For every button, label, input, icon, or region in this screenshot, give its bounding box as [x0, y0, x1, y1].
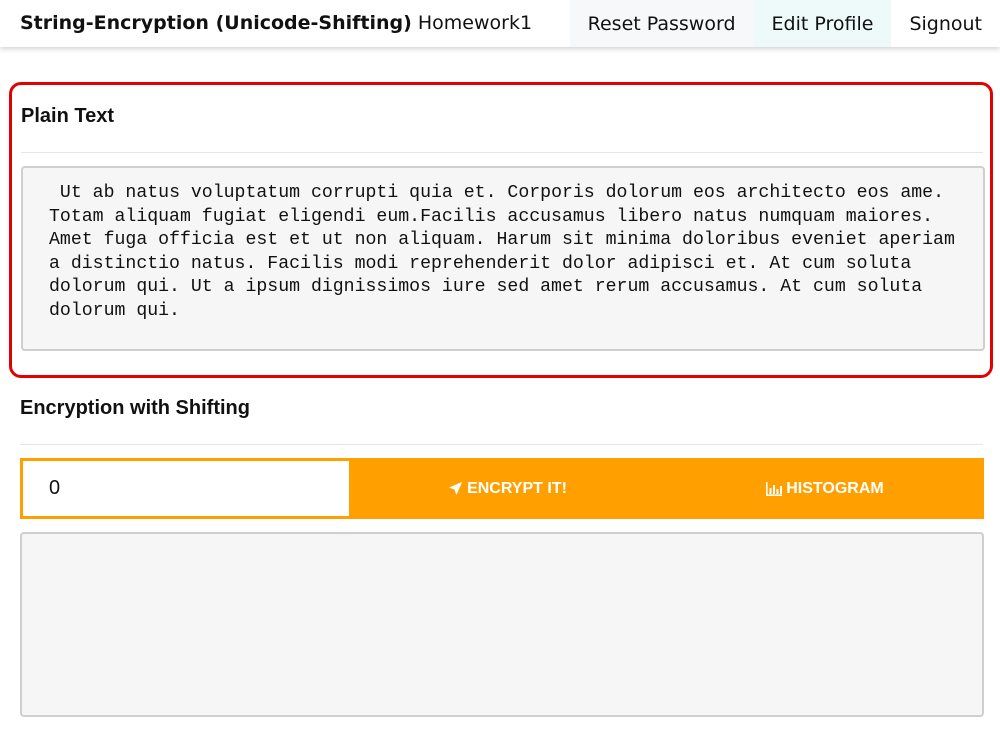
navbar: String-Encryption (Unicode-Shifting) Hom…: [0, 0, 1000, 47]
plain-text-panel: Plain Text Ut ab natus voluptatum corrup…: [9, 82, 993, 378]
plain-text-title: Plain Text: [21, 105, 114, 127]
signout-link[interactable]: Signout: [891, 0, 1000, 47]
histogram-button[interactable]: HISTOGRAM: [665, 458, 984, 519]
histogram-button-label: HISTOGRAM: [786, 479, 884, 497]
plain-text-area[interactable]: Ut ab natus voluptatum corrupti quia et.…: [21, 166, 985, 351]
encryption-title: Encryption with Shifting: [20, 397, 250, 419]
encryption-toolbar: ENCRYPT IT! HISTOGRAM: [20, 458, 984, 519]
nav-menu: Reset Password Edit Profile Signout: [569, 0, 1000, 47]
divider: [20, 444, 983, 445]
edit-profile-link[interactable]: Edit Profile: [753, 0, 892, 47]
encrypt-button-label: ENCRYPT IT!: [467, 479, 567, 497]
encrypted-output-area[interactable]: [20, 532, 984, 717]
brand-subtitle: Homework1: [417, 12, 533, 34]
brand[interactable]: String-Encryption (Unicode-Shifting) Hom…: [20, 12, 532, 34]
reset-password-link[interactable]: Reset Password: [569, 0, 754, 47]
encrypt-button[interactable]: ENCRYPT IT!: [350, 458, 665, 519]
bar-chart-icon: [765, 481, 783, 496]
rocket-icon: [448, 481, 463, 496]
brand-title: String-Encryption (Unicode-Shifting): [20, 12, 412, 34]
divider: [21, 152, 983, 153]
shift-input[interactable]: [23, 461, 349, 516]
